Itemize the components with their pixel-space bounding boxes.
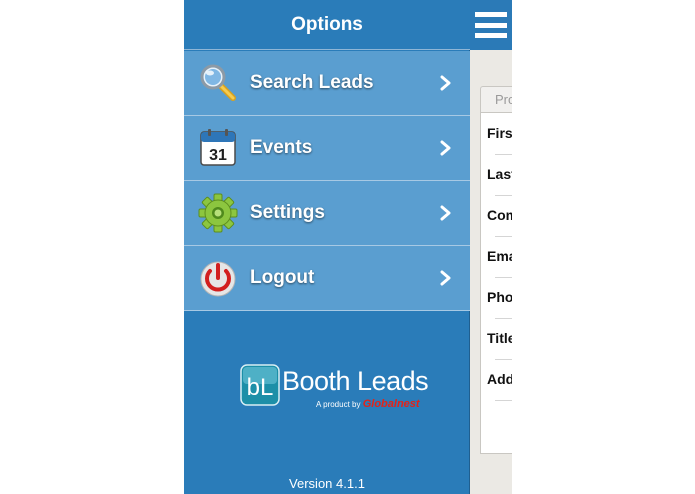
form-field-phone[interactable]: Phon	[487, 277, 512, 318]
menu-item-logout[interactable]: Logout	[184, 246, 470, 311]
chevron-right-icon	[440, 75, 451, 91]
calendar-icon: 31	[200, 129, 236, 166]
chevron-right-icon	[440, 270, 451, 286]
form-field-first[interactable]: First	[487, 113, 512, 154]
phone-screen: Pro First Last Com Ema Phon Title Add Op…	[184, 0, 512, 494]
booth-leads-logo: bL Booth Leads A product by Globalnest	[240, 362, 430, 416]
power-icon	[200, 261, 236, 297]
hamburger-menu-icon[interactable]	[475, 12, 507, 38]
form-field-company[interactable]: Com	[487, 195, 512, 236]
options-menu: Options Search Leads 31 Events Settings …	[184, 0, 470, 494]
divider	[495, 400, 512, 401]
form-field-email[interactable]: Ema	[487, 236, 512, 277]
svg-text:bL: bL	[247, 374, 274, 401]
menu-item-label: Events	[250, 137, 313, 158]
logo-brand: Globalnest	[362, 398, 420, 410]
chevron-right-icon	[440, 140, 451, 156]
menu-item-settings[interactable]: Settings	[184, 181, 470, 246]
profile-tab[interactable]: Pro	[480, 86, 512, 112]
version-label: Version 4.1.1	[289, 476, 365, 491]
form-field-address[interactable]: Add	[487, 359, 512, 400]
menu-item-events[interactable]: 31 Events	[184, 116, 470, 181]
svg-text:31: 31	[209, 147, 227, 164]
form-field-title[interactable]: Title	[487, 318, 512, 359]
gear-icon	[198, 193, 238, 233]
menu-title: Options	[184, 0, 470, 50]
lead-form: First Last Com Ema Phon Title Add	[480, 112, 512, 454]
chevron-right-icon	[440, 205, 451, 221]
form-field-last[interactable]: Last	[487, 154, 512, 195]
menu-item-label: Logout	[250, 267, 315, 288]
logo-tagline: A product by Globalnest	[316, 398, 420, 410]
menu-item-label: Settings	[250, 202, 325, 223]
menu-item-search-leads[interactable]: Search Leads	[184, 51, 470, 116]
magnifier-icon	[200, 64, 236, 101]
menu-item-label: Search Leads	[250, 72, 374, 93]
top-bar	[470, 0, 512, 50]
bl-logo-mark-icon: bL	[240, 364, 280, 406]
logo-name: Booth Leads	[282, 366, 429, 396]
